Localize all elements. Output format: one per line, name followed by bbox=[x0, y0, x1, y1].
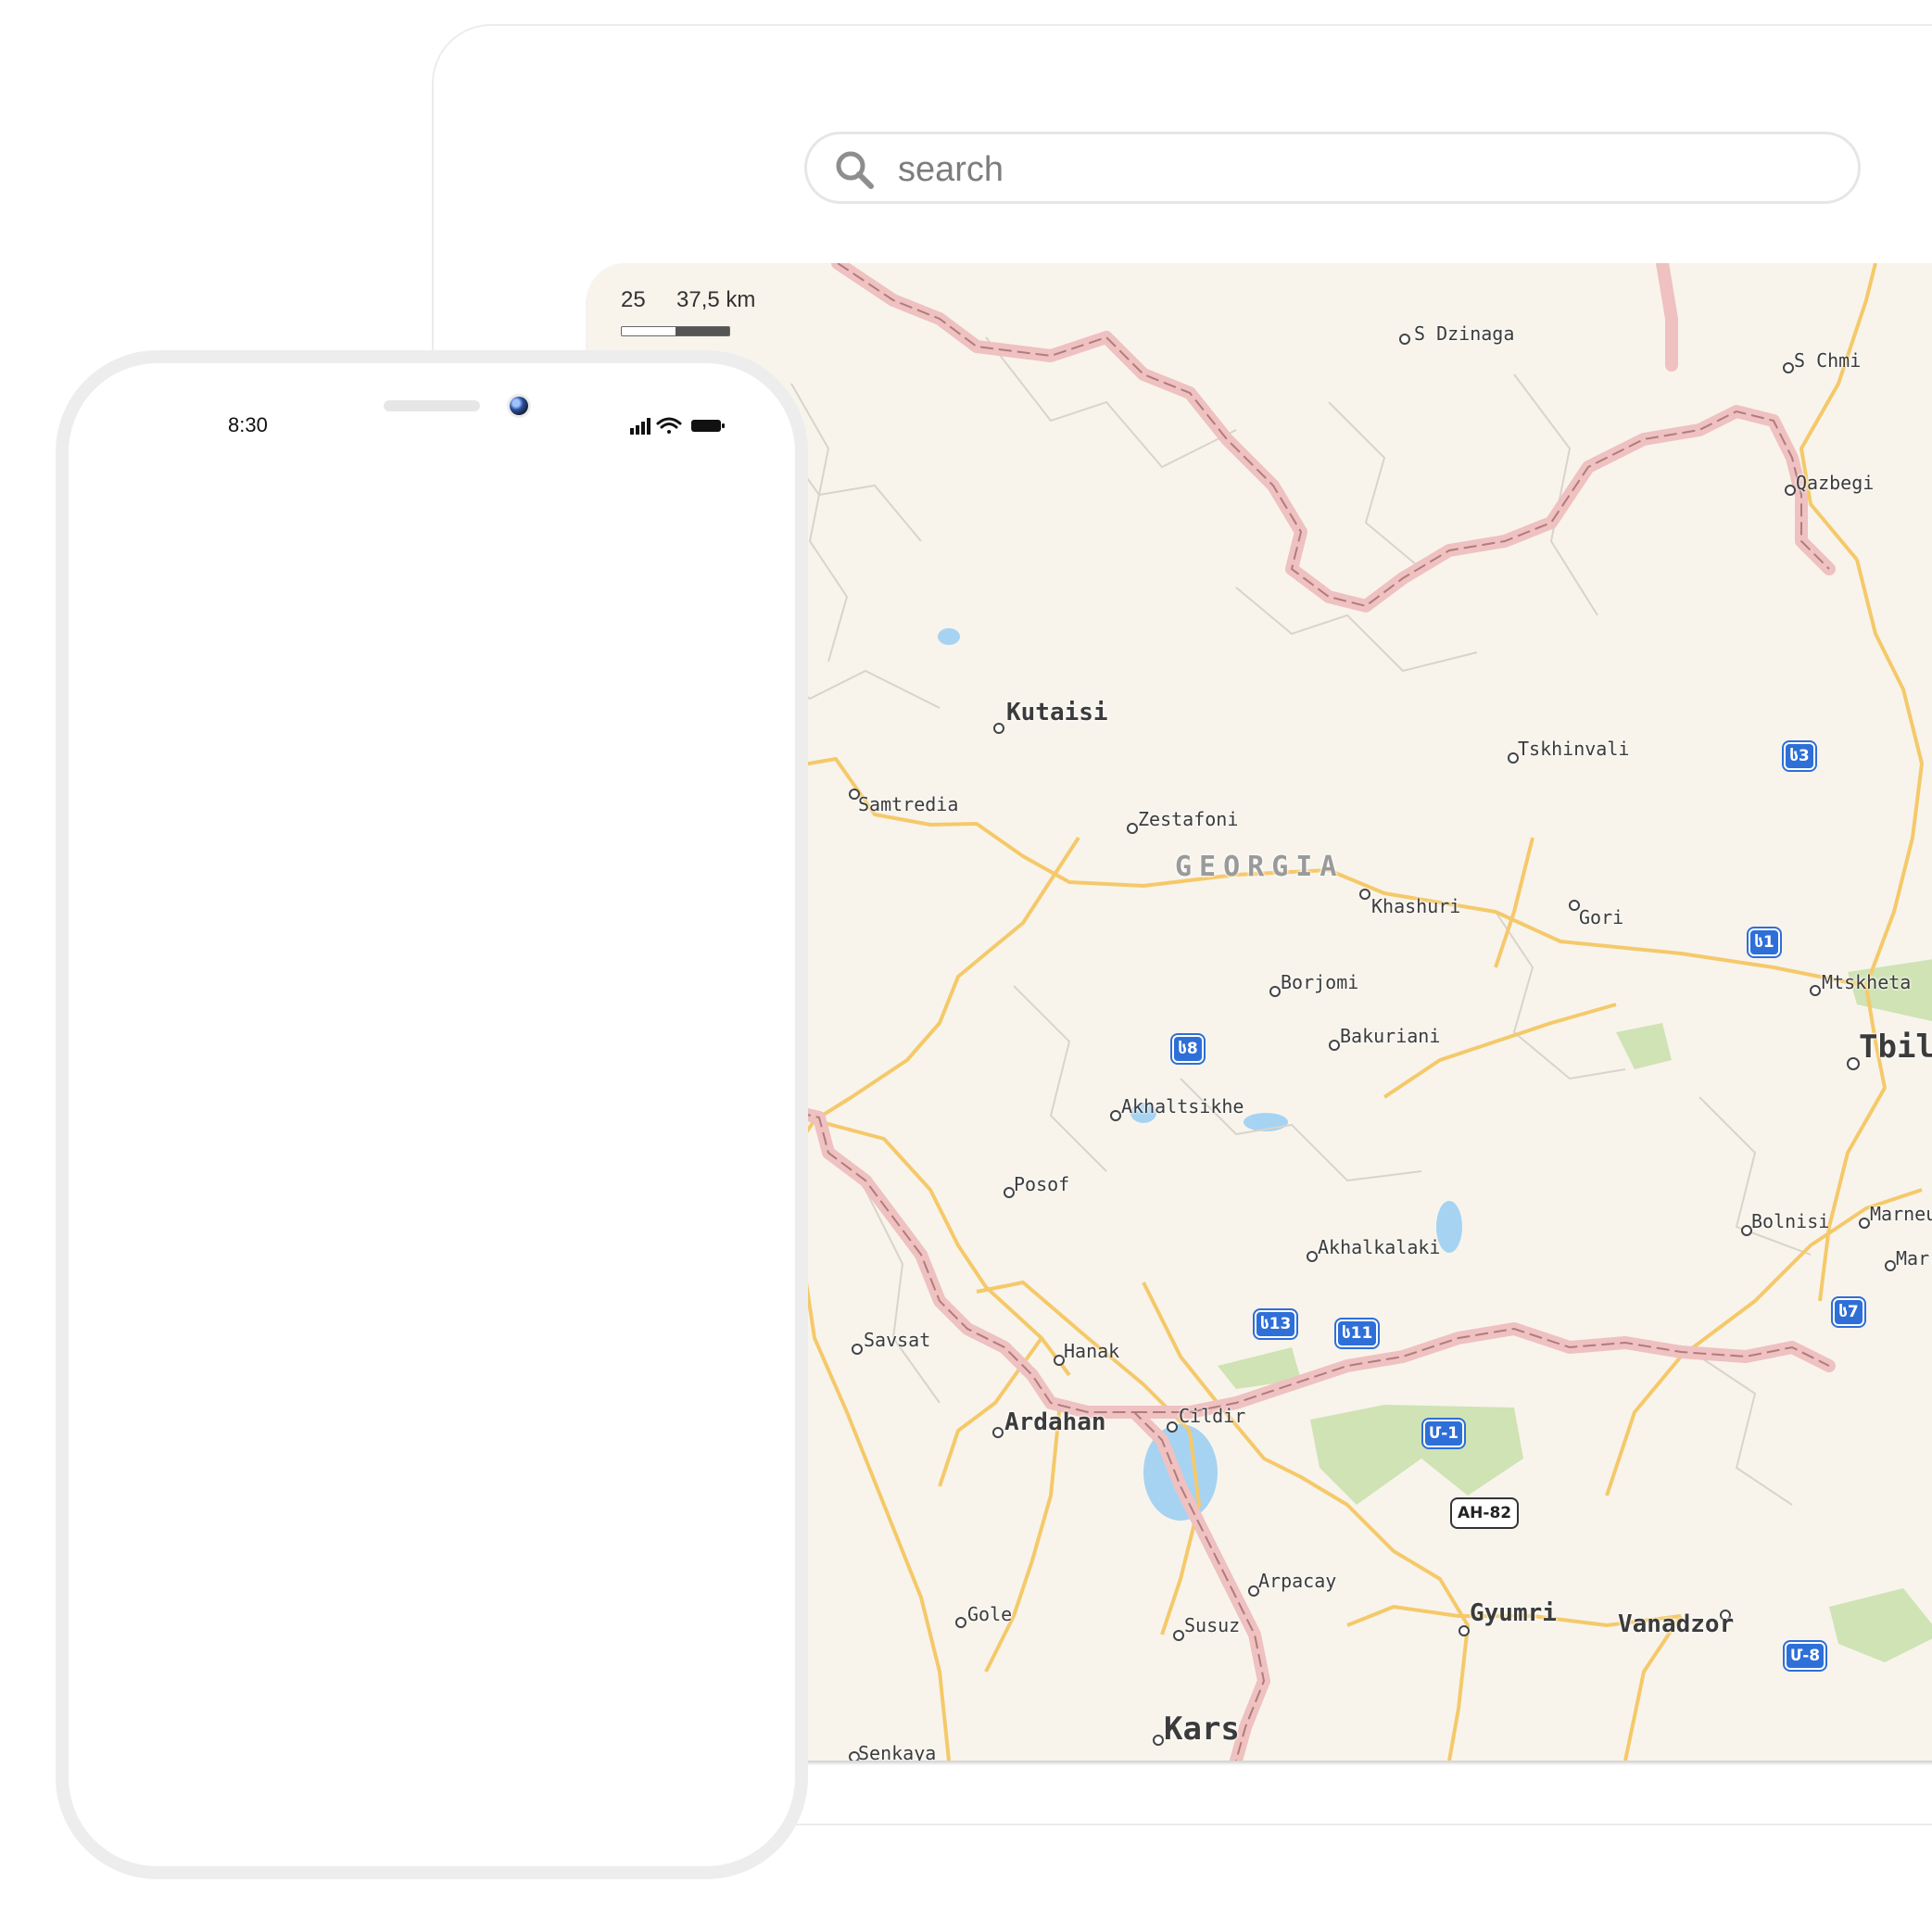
place-samtredia[interactable]: Samtredia bbox=[858, 793, 958, 815]
route-shield-s8[interactable]: ს8 bbox=[1170, 1033, 1206, 1065]
place-hanak[interactable]: Hanak bbox=[1064, 1340, 1119, 1362]
place-cildir[interactable]: Cildir bbox=[1179, 1405, 1245, 1427]
search-bar[interactable] bbox=[804, 132, 1861, 204]
camera-icon bbox=[510, 397, 528, 415]
place-tskhinvali[interactable]: Tskhinvali bbox=[1518, 738, 1629, 760]
place-mtskheta[interactable]: Mtskheta bbox=[1822, 971, 1911, 993]
wifi-icon bbox=[656, 417, 682, 434]
place-akhaltsikhe[interactable]: Akhaltsikhe bbox=[1121, 1095, 1244, 1118]
city-markers bbox=[849, 334, 1896, 1761]
place-s-chmi[interactable]: S Chmi bbox=[1794, 349, 1861, 372]
place-savsat[interactable]: Savsat bbox=[864, 1329, 930, 1351]
phone-speaker bbox=[384, 400, 480, 411]
phone-frame: 8:30 bbox=[56, 350, 808, 1879]
status-time: 8:30 bbox=[228, 413, 268, 436]
route-shield-ah82[interactable]: AH-82 bbox=[1449, 1497, 1520, 1529]
scale-tick-25: 25 bbox=[621, 287, 646, 312]
place-tbilisi[interactable]: Tbilis bbox=[1859, 1029, 1932, 1066]
place-s-dzinaga[interactable]: S Dzinaga bbox=[1414, 322, 1514, 345]
place-akhalkalaki[interactable]: Akhalkalaki bbox=[1318, 1236, 1440, 1258]
place-bolnisi[interactable]: Bolnisi bbox=[1751, 1210, 1829, 1232]
search-input[interactable] bbox=[896, 144, 1734, 196]
route-shield-s3[interactable]: ს3 bbox=[1782, 740, 1817, 772]
place-susuz[interactable]: Susuz bbox=[1184, 1614, 1240, 1636]
place-zestafoni[interactable]: Zestafoni bbox=[1138, 808, 1238, 830]
place-kutaisi[interactable]: Kutaisi bbox=[1006, 699, 1108, 726]
place-bakuriani[interactable]: Bakuriani bbox=[1340, 1025, 1440, 1047]
place-gole[interactable]: Gole bbox=[967, 1603, 1012, 1625]
place-marneuli[interactable]: Marneu bbox=[1870, 1203, 1932, 1225]
route-shield-m8[interactable]: Մ-8 bbox=[1782, 1640, 1828, 1672]
place-marneuli-2[interactable]: Marr bbox=[1896, 1247, 1932, 1269]
route-shield-m1[interactable]: Մ-1 bbox=[1421, 1418, 1467, 1449]
scale-bar bbox=[621, 326, 730, 336]
place-senkaya[interactable]: Senkaya bbox=[858, 1742, 936, 1761]
route-shield-s7[interactable]: ს7 bbox=[1831, 1296, 1866, 1328]
place-gori[interactable]: Gori bbox=[1579, 906, 1623, 928]
place-khashuri[interactable]: Khashuri bbox=[1371, 895, 1460, 917]
water-bodies bbox=[938, 628, 1462, 1521]
search-icon bbox=[836, 151, 874, 189]
battery-icon bbox=[691, 420, 725, 432]
route-shield-s11[interactable]: ს11 bbox=[1333, 1318, 1381, 1349]
place-kars[interactable]: Kars bbox=[1164, 1711, 1240, 1748]
place-posof[interactable]: Posof bbox=[1014, 1173, 1069, 1195]
route-shield-s13[interactable]: ს13 bbox=[1252, 1308, 1299, 1340]
place-gyumri[interactable]: Gyumri bbox=[1470, 1599, 1557, 1627]
signal-icon bbox=[630, 418, 650, 435]
place-borjomi[interactable]: Borjomi bbox=[1281, 971, 1358, 993]
place-qazbegi[interactable]: Qazbegi bbox=[1796, 472, 1874, 494]
place-vanadzor[interactable]: Vanadzor bbox=[1618, 1610, 1734, 1638]
place-ardahan[interactable]: Ardahan bbox=[1004, 1408, 1106, 1436]
place-arpacay[interactable]: Arpacay bbox=[1258, 1570, 1336, 1592]
country-label: GEORGIA bbox=[1175, 851, 1345, 883]
route-shield-s1[interactable]: ს1 bbox=[1747, 927, 1782, 958]
scale-tick-37: 37,5 km bbox=[676, 287, 756, 312]
status-icons bbox=[630, 417, 725, 435]
